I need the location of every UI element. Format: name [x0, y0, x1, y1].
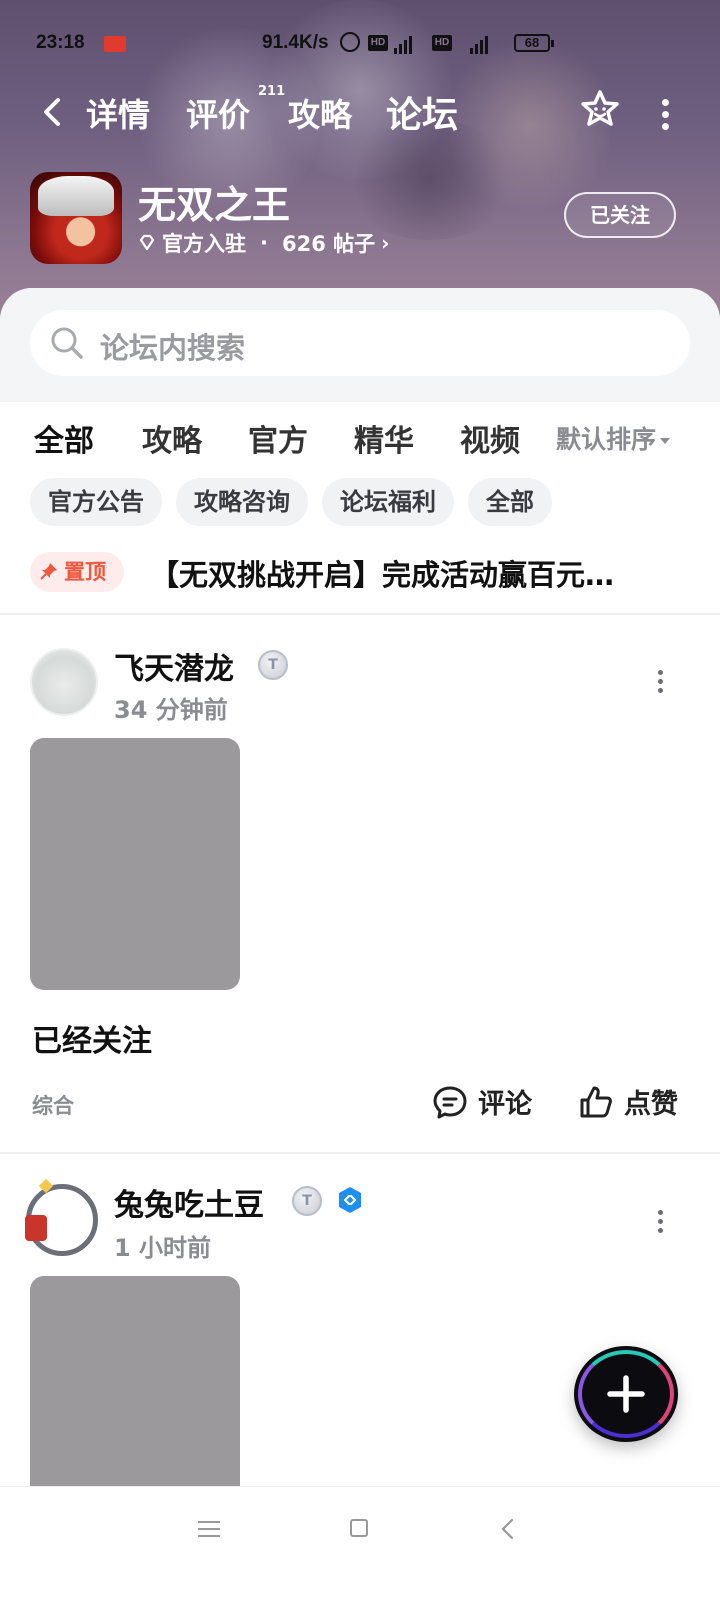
game-meta[interactable]: 官方入驻 · 626 帖子 › [138, 228, 389, 258]
post-more-icon[interactable] [656, 1210, 664, 1236]
chip-forum-welfare[interactable]: 论坛福利 [322, 478, 454, 526]
notification-app-icon [104, 36, 126, 52]
comment-label: 评论 [478, 1089, 532, 1120]
chip-guide-consult[interactable]: 攻略咨询 [176, 478, 308, 526]
filter-tabs: 全部 攻略 官方 精华 视频 默认排序 [0, 412, 720, 472]
filter-tab-featured[interactable]: 精华 [354, 416, 414, 460]
filter-tab-all[interactable]: 全部 [34, 416, 94, 462]
search-placeholder: 论坛内搜索 [100, 331, 246, 365]
status-time: 23:18 [36, 32, 85, 53]
avatar[interactable] [30, 648, 98, 716]
top-navigation: 详情 评价 211 攻略 论坛 [0, 84, 720, 140]
filter-tab-all-label: 全部 [34, 424, 94, 459]
follow-button[interactable]: 已关注 [564, 192, 676, 238]
plus-icon [607, 1375, 645, 1413]
star-face-icon[interactable] [578, 88, 622, 132]
pinned-badge: 置顶 [30, 552, 124, 592]
game-logo[interactable] [30, 172, 122, 264]
post-time: 34 分钟前 [114, 696, 228, 724]
level-badge-icon: T [292, 1186, 322, 1216]
system-back-icon[interactable] [498, 1517, 518, 1541]
chip-announcements[interactable]: 官方公告 [30, 478, 162, 526]
sort-dropdown[interactable]: 默认排序 [556, 420, 671, 456]
tab-forum[interactable]: 论坛 [386, 86, 459, 138]
create-post-button[interactable] [574, 1346, 678, 1442]
chip-all[interactable]: 全部 [468, 478, 552, 526]
post-card[interactable]: 飞天潜龙 T 34 分钟前 已经关注 综合 评论 点赞 [0, 614, 720, 1152]
home-icon[interactable] [350, 1519, 368, 1537]
post-author[interactable]: 飞天潜龙 [114, 644, 234, 688]
post-image[interactable] [30, 738, 240, 990]
back-arrow-icon[interactable] [36, 94, 72, 130]
like-button[interactable]: 点赞 [578, 1082, 678, 1121]
search-input[interactable]: 论坛内搜索 [30, 310, 690, 376]
tab-details[interactable]: 详情 [86, 90, 150, 136]
post-category[interactable]: 综合 [32, 1090, 74, 1120]
like-label: 点赞 [624, 1089, 678, 1120]
filter-tab-video[interactable]: 视频 [460, 416, 520, 460]
game-info: 无双之王 官方入驻 · 626 帖子 › 已关注 [0, 170, 720, 270]
category-chips: 官方公告 攻略咨询 论坛福利 全部 [30, 478, 552, 528]
avatar[interactable] [25, 1178, 98, 1256]
tab-forum-label: 论坛 [386, 95, 459, 136]
pinned-title: 【无双挑战开启】完成活动赢百元… [150, 558, 615, 592]
network-speed: 91.4K/s [262, 32, 329, 53]
thumbs-up-icon [580, 1086, 612, 1117]
game-title: 无双之王 [138, 183, 291, 227]
post-text: 已经关注 [32, 1024, 152, 1059]
posts-count: 626 帖子 [281, 232, 376, 256]
level-badge-icon: T [258, 650, 288, 680]
pinned-post[interactable]: 置顶 【无双挑战开启】完成活动赢百元… [30, 550, 690, 594]
system-navigation-bar [0, 1486, 720, 1600]
post-more-icon[interactable] [656, 670, 664, 696]
signal-icon [392, 32, 414, 54]
pin-icon [40, 563, 57, 580]
review-count-badge: 211 [258, 84, 286, 99]
comment-icon [433, 1086, 467, 1118]
hd-icon-2: HD [432, 35, 452, 51]
official-label: 官方入驻 [162, 232, 246, 256]
hd-icon: HD [368, 35, 388, 51]
pinned-badge-label: 置顶 [64, 560, 106, 584]
sort-label: 默认排序 [556, 425, 657, 454]
tab-reviews[interactable]: 评价 [186, 90, 250, 136]
post-time: 1 小时前 [114, 1234, 212, 1262]
verified-icon [339, 1187, 361, 1213]
filter-tab-guides[interactable]: 攻略 [142, 416, 202, 460]
signal-icon-2 [468, 32, 490, 54]
chevron-right-icon: › [381, 231, 390, 255]
menu-icon[interactable] [198, 1521, 220, 1539]
alarm-icon [340, 32, 360, 52]
diamond-icon [139, 234, 155, 251]
caret-down-icon [660, 438, 671, 444]
search-area: 论坛内搜索 [0, 288, 720, 402]
tab-guides[interactable]: 攻略 [288, 90, 352, 136]
comment-button[interactable]: 评论 [432, 1082, 532, 1121]
search-icon [51, 327, 83, 359]
status-bar: 23:18 91.4K/s HD HD 68 [0, 26, 720, 62]
filter-tab-official[interactable]: 官方 [248, 416, 308, 460]
post-author[interactable]: 兔兔吃土豆 [114, 1180, 264, 1224]
battery-icon: 68 [514, 34, 554, 52]
meta-separator: · [260, 231, 268, 255]
more-options-icon[interactable] [660, 96, 670, 130]
